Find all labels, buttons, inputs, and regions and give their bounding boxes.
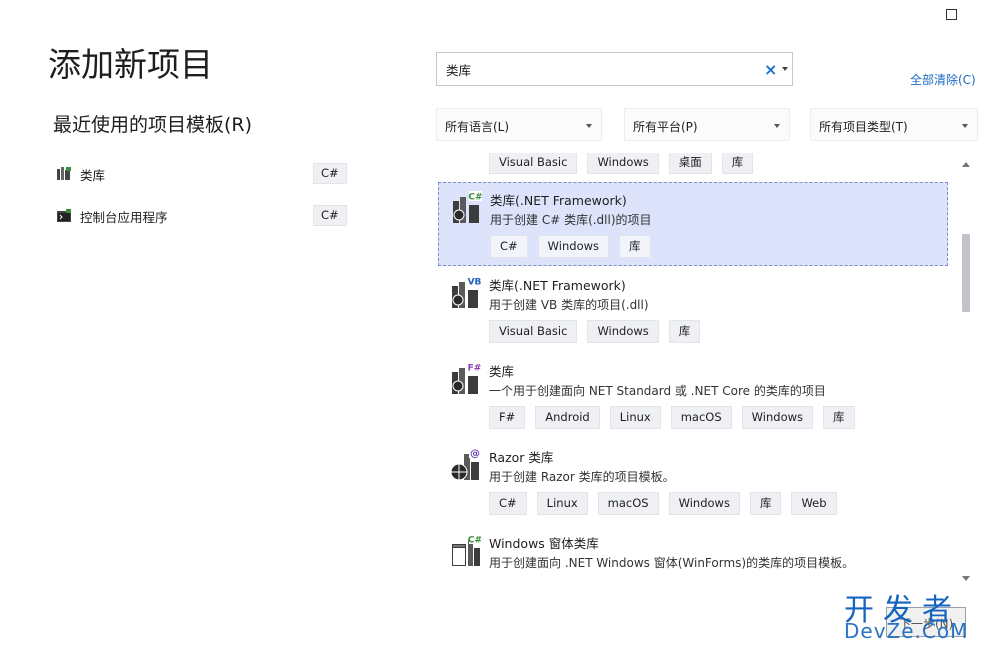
tag: F# [489, 406, 526, 429]
template-description: 用于创建面向 .NET Windows 窗体(WinForms)的类库的项目模板… [489, 556, 855, 570]
template-tags: C# Windows 库 [490, 235, 651, 258]
language-filter-dropdown[interactable]: 所有语言(L) [436, 108, 602, 141]
template-title: Razor 类库 [489, 450, 554, 465]
recent-templates-heading: 最近使用的项目模板(R) [53, 114, 253, 136]
template-item-razor-class-library[interactable]: @ Razor 类库 用于创建 Razor 类库的项目模板。 C# Linux … [438, 440, 948, 524]
template-description: 用于创建 VB 类库的项目(.dll) [489, 298, 649, 312]
watermark-line2: DevZe.CoM [844, 619, 969, 643]
template-tags: F# Android Linux macOS Windows 库 [489, 406, 855, 429]
template-description: 一个用于创建面向 NET Standard 或 .NET Core 的类库的项目 [489, 384, 826, 398]
page-title: 添加新项目 [48, 45, 213, 84]
tag: Windows [537, 235, 610, 258]
template-description: 用于创建 Razor 类库的项目模板。 [489, 470, 675, 484]
tag: Windows [741, 406, 814, 429]
svg-text:C#: C# [468, 193, 482, 203]
class-library-csharp-icon: C# [453, 191, 483, 223]
template-item-class-library-csharp[interactable]: C# 类库(.NET Framework) 用于创建 C# 类库(.dll)的项… [438, 182, 948, 266]
template-item-windows-forms-class-library[interactable]: C# Windows 窗体类库 用于创建面向 .NET Windows 窗体(W… [438, 526, 948, 579]
maximize-icon[interactable] [946, 9, 957, 20]
svg-text:@: @ [470, 449, 480, 460]
recent-template-class-library[interactable]: 类库 C# [56, 162, 347, 186]
svg-text:VB: VB [468, 278, 482, 288]
template-search-box[interactable]: × [436, 52, 793, 86]
recent-template-name: 控制台应用程序 [80, 210, 168, 225]
chevron-down-icon [962, 124, 968, 128]
windows-forms-class-library-icon: C# [452, 534, 482, 566]
template-tags: Visual Basic Windows 库 [489, 320, 701, 343]
tag: C# [489, 492, 527, 515]
clear-all-link[interactable]: 全部清除(C) [910, 71, 976, 88]
clear-search-icon[interactable]: × [764, 60, 777, 79]
tag: Visual Basic [489, 153, 578, 174]
class-library-fsharp-icon: F# [452, 362, 482, 394]
scroll-down-arrow-icon[interactable] [962, 576, 970, 581]
tag: 库 [668, 320, 701, 343]
tag: Windows [587, 320, 659, 343]
scroll-up-arrow-icon[interactable] [962, 162, 970, 167]
watermark: 开发者 DevZe.CoM [838, 585, 998, 647]
tag: 库 [749, 492, 782, 515]
platform-filter-label: 所有平台(P) [633, 120, 698, 134]
template-title: 类库(.NET Framework) [490, 193, 627, 208]
svg-text:C#: C# [468, 536, 482, 546]
tag: C# [490, 235, 528, 258]
search-input[interactable] [446, 59, 746, 79]
template-item-class-library-fsharp[interactable]: F# 类库 一个用于创建面向 NET Standard 或 .NET Core … [438, 354, 948, 438]
tag: macOS [670, 406, 732, 429]
tag: Linux [609, 406, 661, 429]
class-library-icon [57, 167, 71, 180]
template-description: 用于创建 C# 类库(.dll)的项目 [490, 213, 652, 227]
tag: 桌面 [668, 153, 712, 174]
class-library-vb-icon: VB [452, 276, 482, 308]
tag: 库 [823, 406, 855, 429]
tag: Web [791, 492, 837, 515]
search-history-dropdown-icon[interactable] [782, 67, 788, 71]
language-badge: C# [313, 163, 347, 184]
tag: 库 [721, 153, 754, 174]
recent-template-name: 类库 [80, 168, 106, 183]
console-app-icon [57, 209, 71, 222]
tag: Visual Basic [489, 320, 578, 343]
razor-class-library-icon: @ [450, 448, 481, 481]
chevron-down-icon [586, 124, 592, 128]
platform-filter-dropdown[interactable]: 所有平台(P) [624, 108, 790, 141]
project-type-filter-dropdown[interactable]: 所有项目类型(T) [810, 108, 978, 141]
partial-template-tags: Visual Basic Windows 桌面 库 [489, 153, 754, 174]
template-item-class-library-vb[interactable]: VB 类库(.NET Framework) 用于创建 VB 类库的项目(.dll… [438, 268, 948, 352]
tag: Android [535, 406, 600, 429]
tag: 库 [619, 235, 651, 258]
tag: macOS [597, 492, 659, 515]
template-title: 类库(.NET Framework) [489, 278, 626, 293]
template-results-list[interactable]: Visual Basic Windows 桌面 库 C# 类库(.NET Fra… [436, 153, 956, 579]
project-type-filter-label: 所有项目类型(T) [819, 120, 908, 134]
language-filter-label: 所有语言(L) [445, 120, 510, 134]
template-title: Windows 窗体类库 [489, 536, 599, 551]
svg-text:F#: F# [468, 364, 482, 374]
results-scrollbar[interactable] [958, 158, 974, 586]
tag: Linux [536, 492, 588, 515]
tag: Windows [668, 492, 740, 515]
scrollbar-thumb[interactable] [962, 234, 970, 312]
tag: Windows [587, 153, 659, 174]
template-title: 类库 [489, 364, 515, 379]
recent-template-console-app[interactable]: 控制台应用程序 C# [56, 204, 347, 228]
language-badge: C# [313, 205, 347, 226]
template-tags: C# Linux macOS Windows 库 Web [489, 492, 837, 515]
chevron-down-icon [774, 124, 780, 128]
